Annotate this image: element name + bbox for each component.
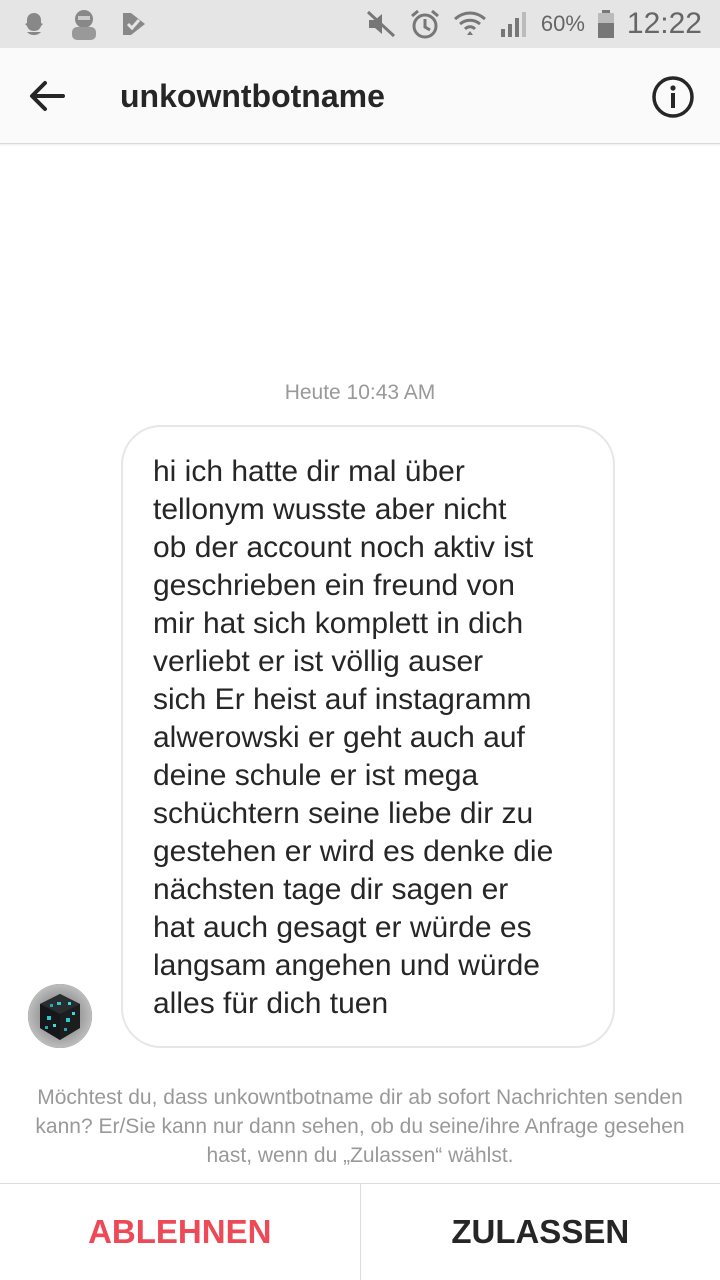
decline-button[interactable]: ABLEHNEN bbox=[0, 1184, 361, 1280]
arrow-left-icon bbox=[30, 81, 65, 111]
message-request-notice: Möchtest du, dass unkowntbotname dir ab … bbox=[35, 1086, 685, 1167]
signal-icon bbox=[499, 9, 529, 39]
check-app-icon bbox=[120, 10, 148, 38]
back-button[interactable] bbox=[22, 71, 72, 121]
battery-percent: 60% bbox=[540, 11, 585, 36]
info-button[interactable] bbox=[650, 74, 696, 120]
status-bar: 60% 12:22 bbox=[0, 0, 720, 48]
conversation-title: unkowntbotname bbox=[120, 78, 385, 114]
status-clock: 12:22 bbox=[626, 7, 702, 40]
wifi-icon bbox=[453, 9, 487, 39]
message-text: hi ich hatte dir mal über tellonym wusst… bbox=[153, 455, 554, 1020]
snapchat-icon bbox=[20, 10, 48, 38]
request-action-bar: ABLEHNEN ZULASSEN bbox=[0, 1183, 720, 1280]
accept-button[interactable]: ZULASSEN bbox=[361, 1184, 720, 1280]
mute-icon bbox=[365, 9, 397, 39]
message-timestamp: Heute 10:43 AM bbox=[284, 381, 436, 404]
message-bubble[interactable]: hi ich hatte dir mal über tellonym wusst… bbox=[121, 425, 615, 1048]
sender-avatar[interactable] bbox=[28, 984, 92, 1048]
info-icon bbox=[652, 76, 694, 118]
bitmoji-icon bbox=[66, 7, 102, 41]
conversation-header: unkowntbotname bbox=[0, 48, 720, 144]
alarm-icon bbox=[409, 8, 441, 40]
battery-icon bbox=[597, 9, 615, 39]
